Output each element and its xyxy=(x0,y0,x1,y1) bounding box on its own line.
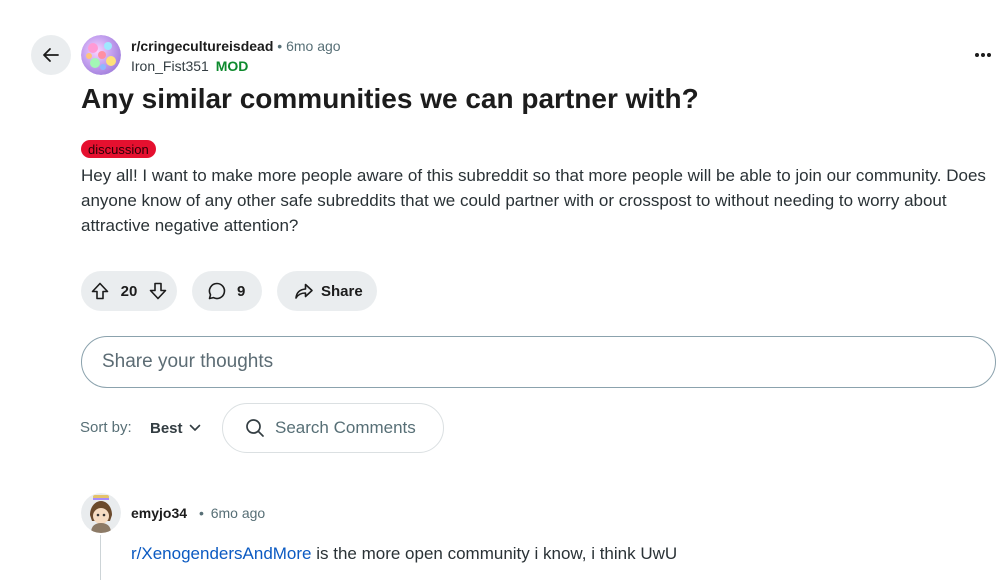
post-meta: r/cringecultureisdead • 6mo ago Iron_Fis… xyxy=(131,37,341,75)
arrow-down-icon xyxy=(148,281,168,301)
comment-body: r/XenogendersAndMore is the more open co… xyxy=(131,543,677,565)
arrow-up-icon xyxy=(90,281,110,301)
post-title: Any similar communities we can partner w… xyxy=(81,83,699,114)
post-time: 6mo ago xyxy=(286,38,341,54)
back-button[interactable] xyxy=(31,35,71,75)
comment-author[interactable]: emyjo34 xyxy=(131,505,187,521)
comment-meta: emyjo34 • 6mo ago xyxy=(131,505,265,521)
post-flair[interactable]: discussion xyxy=(81,140,156,158)
comment-thread-line[interactable] xyxy=(100,535,101,580)
search-icon xyxy=(245,418,265,438)
mod-badge: MOD xyxy=(215,58,249,74)
post-page: r/cringecultureisdead • 6mo ago Iron_Fis… xyxy=(0,0,1001,580)
vote-score: 20 xyxy=(120,282,138,300)
search-comments-input[interactable]: Search Comments xyxy=(222,403,444,453)
post-author[interactable]: Iron_Fist351 xyxy=(131,58,209,74)
comments-button[interactable]: 9 xyxy=(192,271,262,311)
more-horizontal-icon xyxy=(974,52,992,58)
comment-input-placeholder: Share your thoughts xyxy=(102,351,274,372)
share-button[interactable]: Share xyxy=(277,271,377,311)
more-options-button[interactable] xyxy=(968,40,998,70)
subreddit-avatar[interactable] xyxy=(81,35,121,75)
avatar[interactable] xyxy=(81,493,121,533)
chevron-down-icon xyxy=(189,424,201,432)
meta-separator: • xyxy=(277,38,283,54)
subreddit-name[interactable]: r/cringecultureisdead xyxy=(131,38,273,54)
vote-bar: 20 xyxy=(81,271,177,311)
comment-input[interactable]: Share your thoughts xyxy=(81,336,996,388)
upvote-button[interactable] xyxy=(90,281,110,301)
subreddit-link[interactable]: r/XenogendersAndMore xyxy=(131,544,312,563)
sort-label: Sort by: xyxy=(80,419,132,436)
speech-bubble-icon xyxy=(207,281,227,301)
comment-count: 9 xyxy=(237,282,246,300)
post-body: Hey all! I want to make more people awar… xyxy=(81,166,986,235)
share-label: Share xyxy=(321,282,363,300)
comment-text: is the more open community i know, i thi… xyxy=(311,544,678,563)
sort-dropdown[interactable]: Best xyxy=(142,410,209,446)
downvote-button[interactable] xyxy=(148,281,168,301)
comment-time: 6mo ago xyxy=(210,505,266,521)
meta-separator: • xyxy=(198,505,204,521)
share-arrow-icon xyxy=(294,281,314,301)
sort-value: Best xyxy=(150,419,183,437)
arrow-left-icon xyxy=(41,45,61,65)
search-comments-placeholder: Search Comments xyxy=(275,418,416,437)
